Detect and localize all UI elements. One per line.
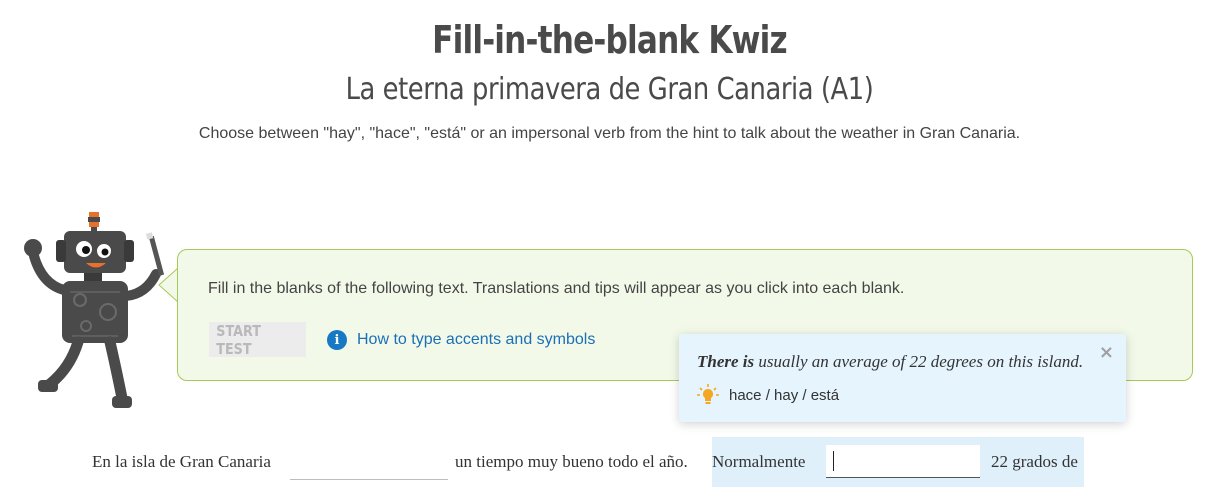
hint-tooltip: There is usually an average of 22 degree… [679,334,1126,422]
page-subtitle: La eterna primavera de Gran Canaria (A1) [345,72,874,107]
blank-input-2[interactable] [826,445,980,478]
sentence-part-3: Normalmente [712,452,806,471]
text-caret [833,451,834,471]
sentence-part-4: 22 grados de [991,452,1078,471]
start-test-button[interactable]: START TEST [209,321,306,358]
sentence-part-2: un tiempo muy bueno todo el año. [455,452,688,471]
robot-mascot-icon [24,212,165,408]
exercise-text: En la isla de Gran Canaria un tiempo muy… [92,437,1092,487]
start-test-label: START TEST [216,321,261,358]
howto-accents-label: How to type accents and symbols [357,331,596,348]
page-description: Choose between "hay", "hace", "está" or … [198,125,1021,142]
tooltip-translation: There is usually an average of 22 degree… [697,352,1083,372]
lightbulb-icon [697,384,719,404]
blank-input-1[interactable] [290,445,448,480]
howto-accents-link[interactable]: i How to type accents and symbols [327,330,595,350]
tooltip-rest-text: usually an average of 22 degrees on this… [754,352,1084,371]
sentence-part-1: En la isla de Gran Canaria [92,452,271,471]
info-icon: i [327,330,347,350]
page-title: Fill-in-the-blank Kwiz [432,18,788,62]
tooltip-hint-row: hace / hay / está [697,384,839,406]
tooltip-bold-text: There is [697,352,755,371]
close-icon[interactable]: × [1099,342,1114,363]
instructions-text: Fill in the blanks of the following text… [208,280,905,297]
tooltip-hint-text: hace / hay / está [729,386,840,404]
